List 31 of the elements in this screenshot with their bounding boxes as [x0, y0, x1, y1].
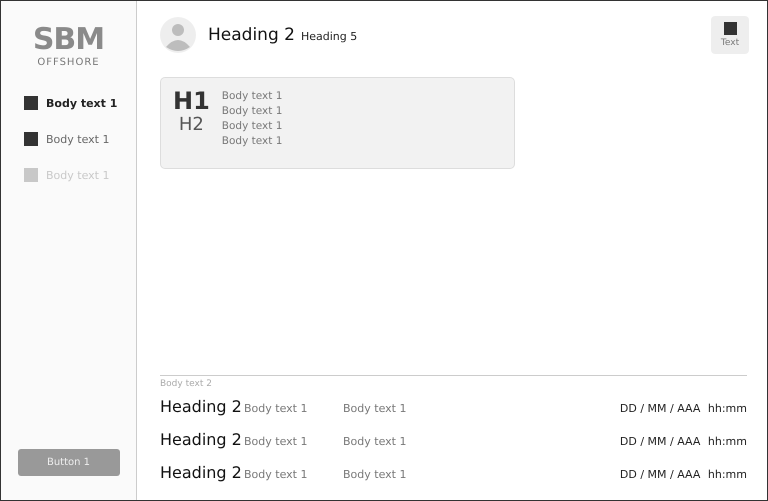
row-heading: Heading 2 [160, 463, 243, 482]
text-button[interactable]: Text [711, 16, 749, 54]
page-title: Heading 2 [208, 25, 295, 45]
card-text: Body text 1 [222, 105, 282, 117]
list-caption: Body text 2 [160, 379, 213, 389]
card-text: Body text 1 [222, 90, 282, 102]
page-subtitle: Heading 5 [300, 30, 358, 43]
card-heading: H1 [173, 88, 210, 114]
row-time: hh:mm [708, 468, 747, 481]
row-date: DD / MM / AAA [620, 435, 702, 448]
row-heading: Heading 2 [160, 430, 243, 449]
card-text: Body text 1 [222, 120, 282, 132]
card-subheading: H2 [178, 114, 204, 135]
row-date: DD / MM / AAA [620, 468, 702, 481]
avatar-icon [160, 17, 196, 53]
row-time: hh:mm [708, 435, 747, 448]
row-text: Body text 1 [343, 468, 406, 481]
logo-mark: SBM [32, 25, 104, 55]
row-heading: Heading 2 [160, 397, 243, 416]
primary-button[interactable]: Button 1 [18, 449, 120, 476]
row-text: Body text 1 [244, 402, 308, 415]
row-text: Body text 1 [244, 468, 308, 481]
row-text: Body text 1 [343, 435, 406, 448]
logo-wordmark: OFFSHORE [37, 57, 100, 68]
sidebar-item[interactable]: Body text 1 [46, 96, 118, 110]
row-text: Body text 1 [244, 435, 308, 448]
sidebar-item[interactable]: Body text 1 [46, 132, 110, 146]
card-text: Body text 1 [222, 135, 282, 147]
row-text: Body text 1 [343, 402, 406, 415]
row-time: hh:mm [708, 402, 747, 415]
row-date: DD / MM / AAA [620, 402, 702, 415]
